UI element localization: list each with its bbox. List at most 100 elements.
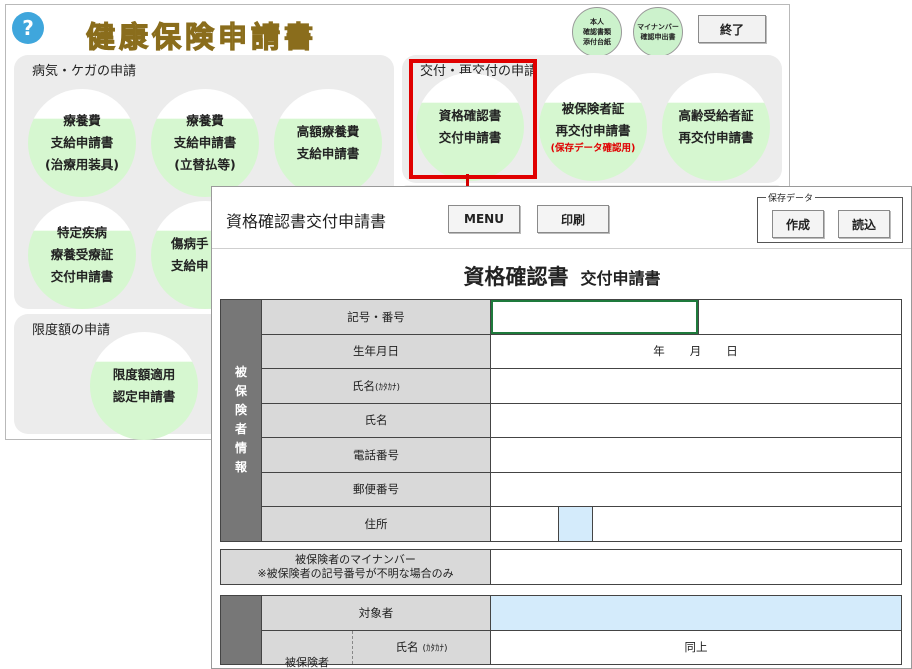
target-name-text: 氏名 xyxy=(395,640,419,655)
address-cell xyxy=(490,506,902,542)
saved-data-group: 保存データ 作成 読込 xyxy=(757,191,903,243)
name-label: 氏名 xyxy=(261,402,491,438)
target-table: 対象者 被保険者 氏名 (ｶﾀｶﾅ) 同上 xyxy=(220,595,902,668)
address-selector[interactable] xyxy=(559,507,593,541)
heading-sub: 交付申請書 xyxy=(580,269,661,288)
circle-line: 療養費 xyxy=(63,113,101,128)
circle-line: 支給申請書 xyxy=(50,135,114,150)
vertical-char: 険 xyxy=(234,403,247,418)
insurance-card-reissue-button[interactable]: 被保険者証 再交付申請書 (保存データ確認用) xyxy=(539,73,647,181)
mynumber-input[interactable] xyxy=(490,549,902,585)
vertical-char: 報 xyxy=(234,460,247,475)
small-button-line: マイナンバー xyxy=(637,23,679,31)
circle-line: 療養受療証 xyxy=(50,247,114,262)
month-label: 月 xyxy=(689,344,703,359)
mynumber-label-line1: 被保険者のマイナンバー xyxy=(295,552,416,566)
kana-note: (ｶﾀｶﾅ) xyxy=(374,382,401,393)
birthdate-input[interactable]: 年月日 xyxy=(490,333,902,369)
symbol-number-label: 記号・番号 xyxy=(261,299,491,335)
vertical-char: 被 xyxy=(234,365,247,380)
small-button-line: 本人 xyxy=(590,18,604,26)
table-row: 被保険者 氏名 (ｶﾀｶﾅ) 同上 xyxy=(221,629,902,668)
heading-main: 資格確認書 xyxy=(463,265,569,289)
table-row: 氏名(ｶﾀｶﾅ) xyxy=(221,368,902,404)
create-button[interactable]: 作成 xyxy=(772,210,824,238)
vertical-char: 保 xyxy=(234,384,247,399)
address-label: 住所 xyxy=(261,506,491,542)
medical-fee-equipment-button[interactable]: 療養費 支給申請書 (治療用装具) xyxy=(28,89,136,197)
highlight-box xyxy=(409,59,537,179)
circle-line: 認定申請書 xyxy=(112,389,176,404)
circle-line: 限度額適用 xyxy=(112,367,176,382)
year-label: 年 xyxy=(653,344,666,359)
vertical-char: 情 xyxy=(234,441,247,456)
mynumber-label: 被保険者のマイナンバー ※被保険者の記号番号が不明な場合のみ xyxy=(220,549,491,585)
birthdate-label: 生年月日 xyxy=(261,333,491,369)
section-title: 病気・ケガの申請 xyxy=(32,64,137,79)
insured-section-label: 被 保 険 者 情 報 xyxy=(220,299,262,542)
print-button[interactable]: 印刷 xyxy=(537,205,609,233)
postal-code-label: 郵便番号 xyxy=(261,471,491,507)
circle-line: 支給申請書 xyxy=(173,135,237,150)
form-window: 資格確認書交付申請書 MENU 印刷 保存データ 作成 読込 資格確認書 交付申請… xyxy=(211,186,912,669)
mynumber-label-line2: ※被保険者の記号番号が不明な場合のみ xyxy=(257,566,454,580)
table-row: 電話番号 xyxy=(221,437,902,473)
menu-button[interactable]: MENU xyxy=(448,205,520,233)
high-cost-medical-button[interactable]: 高額療養費 支給申請書 xyxy=(274,89,382,197)
small-button-line: 確認書類 xyxy=(583,28,611,36)
insured-label: 被保険者 xyxy=(262,630,353,668)
table-row: 生年月日 年 月 日 xyxy=(221,333,902,369)
symbol-number-cell xyxy=(490,299,902,335)
name-input[interactable] xyxy=(490,402,902,438)
insured-info-table: 被 保 険 者 情 報 記号・番号 生年月日 年月日 氏名(ｶﾀｶﾅ) 氏名 電… xyxy=(220,299,902,542)
limit-certificate-button[interactable]: 限度額適用 認定申請書 xyxy=(90,332,198,440)
medical-fee-reimbursement-button[interactable]: 療養費 支給申請書 (立替払等) xyxy=(151,89,259,197)
saved-data-note: (保存データ確認用) xyxy=(550,143,636,154)
target-name-value[interactable]: 同上 xyxy=(490,629,902,665)
section-title: 限度額の申請 xyxy=(32,323,111,338)
circle-line: (立替払等) xyxy=(174,157,236,172)
specific-disease-button[interactable]: 特定疾病 療養受療証 交付申請書 xyxy=(28,201,136,309)
circle-line: 支給申請書 xyxy=(296,146,360,161)
id-document-mount-button[interactable]: 本人 確認書類 添付台紙 xyxy=(572,7,622,57)
circle-line: 被保険者証 xyxy=(561,101,625,116)
form-toolbar: 資格確認書交付申請書 MENU 印刷 保存データ 作成 読込 xyxy=(212,187,911,249)
table-row: 氏名 xyxy=(221,402,902,438)
circle-line: (治療用装具) xyxy=(45,157,119,172)
target-select[interactable] xyxy=(490,595,902,631)
help-icon[interactable]: ? xyxy=(12,12,44,44)
circle-line: 特定疾病 xyxy=(56,225,107,240)
symbol-input[interactable] xyxy=(491,300,698,334)
table-row: 郵便番号 xyxy=(221,471,902,507)
table-row: 被保険者のマイナンバー ※被保険者の記号番号が不明な場合のみ xyxy=(220,549,902,585)
insured-label-text: 被保険者 xyxy=(285,656,329,669)
kana-note: (ｶﾀｶﾅ) xyxy=(422,643,448,654)
table-row: 住所 xyxy=(221,506,902,542)
form-heading: 資格確認書 交付申請書 xyxy=(212,261,911,291)
end-button[interactable]: 終了 xyxy=(698,15,766,43)
target-label: 対象者 xyxy=(261,595,491,631)
target-name-label-cell: 被保険者 氏名 (ｶﾀｶﾅ) xyxy=(261,629,491,668)
small-button-line: 確認申出書 xyxy=(640,33,676,41)
address-prefix-input[interactable] xyxy=(491,507,559,541)
day-label: 日 xyxy=(726,344,739,359)
load-button[interactable]: 読込 xyxy=(838,210,890,238)
saved-data-label: 保存データ xyxy=(766,191,816,204)
name-kana-label: 氏名(ｶﾀｶﾅ) xyxy=(261,368,491,404)
circle-line: 再交付申請書 xyxy=(678,130,754,145)
mynumber-table: 被保険者のマイナンバー ※被保険者の記号番号が不明な場合のみ xyxy=(220,549,902,585)
cell-divider xyxy=(698,300,699,334)
circle-line: 高額療養費 xyxy=(296,124,360,139)
table-row: 被 保 険 者 情 報 記号・番号 xyxy=(220,299,902,542)
name-kana-text: 氏名 xyxy=(351,378,375,393)
phone-input[interactable] xyxy=(490,437,902,473)
table-row: 対象者 xyxy=(220,595,902,665)
elderly-card-reissue-button[interactable]: 高齢受給者証 再交付申請書 xyxy=(662,73,770,181)
circle-line: 再交付申請書 xyxy=(555,123,631,138)
circle-line: 傷病手 xyxy=(171,236,209,251)
postal-code-input[interactable] xyxy=(490,471,902,507)
vertical-char: 者 xyxy=(234,422,247,437)
mynumber-confirmation-button[interactable]: マイナンバー 確認申出書 xyxy=(633,7,683,57)
form-window-title: 資格確認書交付申請書 xyxy=(226,212,387,231)
name-kana-input[interactable] xyxy=(490,368,902,404)
